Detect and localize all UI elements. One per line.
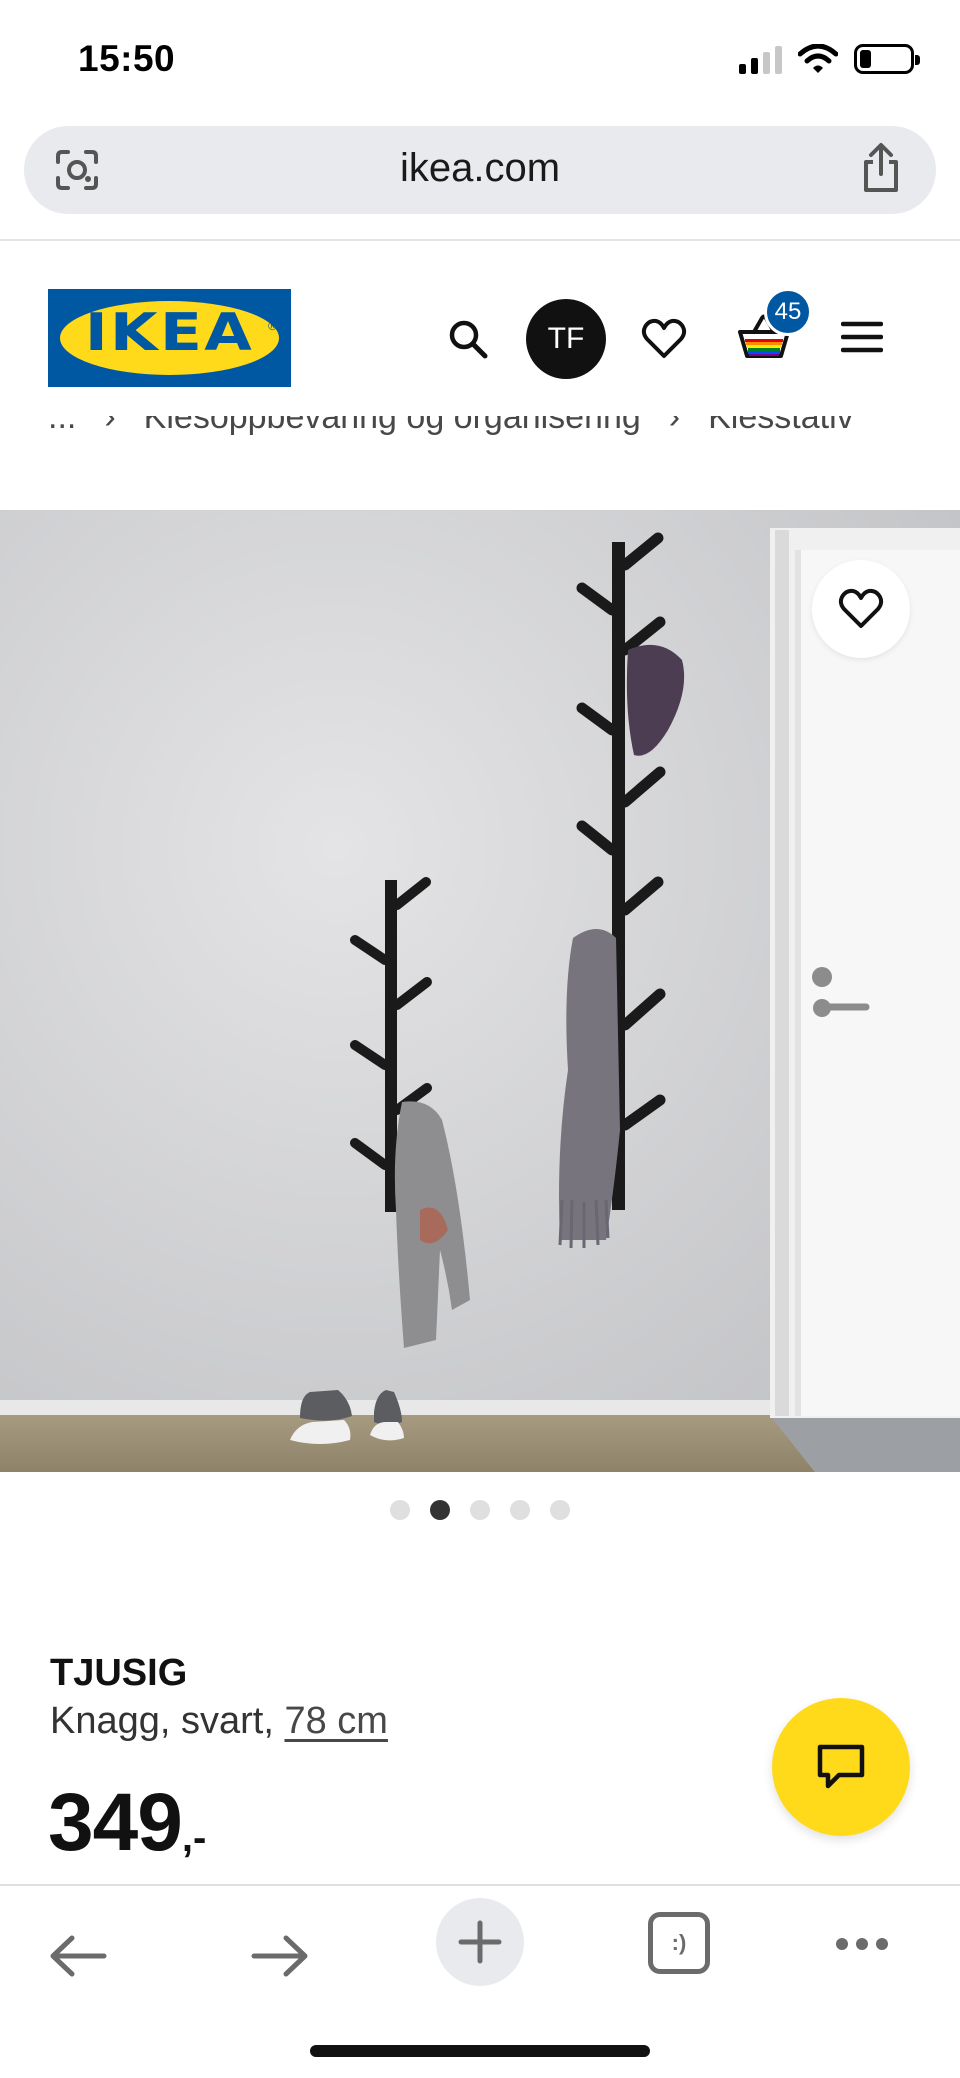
logo-registered-mark: ®: [268, 319, 277, 333]
battery-level: [860, 50, 871, 68]
status-time: 15:50: [78, 38, 176, 79]
price-value: 349: [48, 1777, 183, 1868]
product-size-link[interactable]: 78 cm: [284, 1700, 387, 1742]
product-name: TJUSIG: [50, 1652, 188, 1694]
product-photo-illustration: [0, 510, 960, 1472]
status-icons: [739, 44, 920, 74]
menu-button[interactable]: [836, 309, 888, 365]
basket-count-badge: 45: [764, 288, 812, 336]
home-indicator: [310, 2045, 650, 2057]
hamburger-menu-icon: [841, 321, 883, 353]
carousel-dot[interactable]: [470, 1500, 490, 1520]
new-tab-button[interactable]: [436, 1898, 524, 1986]
more-options-button[interactable]: [830, 1924, 894, 1964]
product-price: 349 ,-: [48, 1782, 206, 1864]
tab-switcher-button[interactable]: :): [648, 1912, 710, 1974]
product-description: Knagg, svart, 78 cm: [50, 1700, 388, 1743]
carousel-dot-active[interactable]: [430, 1500, 450, 1520]
wishlist-button[interactable]: [636, 311, 692, 367]
avatar[interactable]: TF: [526, 299, 606, 379]
url-bar[interactable]: ikea.com: [24, 126, 936, 214]
share-icon[interactable]: [856, 142, 906, 196]
save-to-favourites-button[interactable]: [812, 560, 910, 658]
site-header: IKEA ® TF 45: [0, 241, 960, 416]
arrow-left-icon: [50, 1935, 107, 1977]
heart-icon: [838, 588, 884, 628]
url-text[interactable]: ikea.com: [24, 146, 936, 191]
battery-icon: [854, 44, 920, 74]
carousel-dot[interactable]: [510, 1500, 530, 1520]
more-dot-icon: [856, 1938, 868, 1950]
more-dot-icon: [876, 1938, 888, 1950]
carousel-dot[interactable]: [390, 1500, 410, 1520]
carousel-dots: [0, 1500, 960, 1520]
chat-button[interactable]: [772, 1698, 910, 1836]
plus-icon: [458, 1920, 502, 1964]
signal-icon: [739, 44, 782, 74]
product-image[interactable]: [0, 510, 960, 1472]
product-type-color: Knagg, svart,: [50, 1700, 285, 1742]
more-dot-icon: [836, 1938, 848, 1950]
heart-icon: [641, 318, 687, 358]
forward-button[interactable]: [244, 1926, 316, 1986]
wifi-icon: [798, 44, 838, 73]
status-bar: 15:50: [0, 0, 960, 120]
price-suffix: ,-: [181, 1816, 207, 1860]
ikea-logo[interactable]: IKEA ®: [48, 289, 291, 387]
search-icon: [449, 320, 488, 359]
logo-text: IKEA: [84, 303, 255, 363]
arrow-right-icon: [251, 1935, 308, 1977]
carousel-dot[interactable]: [550, 1500, 570, 1520]
back-button[interactable]: [42, 1926, 114, 1986]
search-button[interactable]: [440, 311, 496, 367]
chat-icon: [817, 1744, 865, 1789]
